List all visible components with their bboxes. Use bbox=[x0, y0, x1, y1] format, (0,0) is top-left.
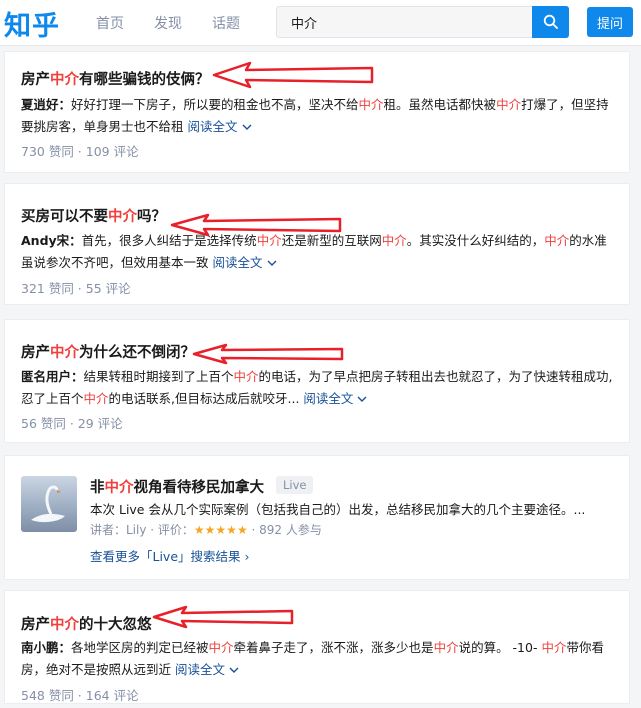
search-icon bbox=[543, 14, 558, 29]
live-description[interactable]: 本次 Live 会从几个实际案例（包括我自己的）出发，总结移民加拿大的几个主要途… bbox=[90, 499, 620, 521]
search-button[interactable] bbox=[532, 6, 569, 38]
live-result-card: 非中介视角看待移民加拿大 Live 本次 Live 会从几个实际案例（包括我自己… bbox=[4, 455, 630, 580]
result-meta: 548 赞同 · 164 评论 bbox=[21, 688, 139, 703]
chevron-down-icon bbox=[242, 124, 251, 130]
read-more-link[interactable]: 阅读全文 bbox=[188, 119, 252, 134]
see-more-live-link[interactable]: 查看更多「Live」搜索结果 › bbox=[90, 546, 250, 565]
zhihu-logo[interactable]: 知乎 bbox=[4, 4, 60, 43]
answer-author: 南小鹏： bbox=[21, 640, 72, 655]
top-nav-bar: 知乎 首页 发现 话题 提问 bbox=[0, 0, 641, 46]
ask-question-button[interactable]: 提问 bbox=[587, 7, 633, 37]
read-more-link[interactable]: 阅读全文 bbox=[213, 255, 277, 270]
answer-author: 夏逍好： bbox=[21, 97, 72, 112]
result-meta: 321 赞同 · 55 评论 bbox=[21, 281, 131, 296]
result-title[interactable]: 房产中介为什么还不倒闭？ bbox=[21, 341, 195, 362]
search-box bbox=[276, 6, 569, 38]
live-info: 讲者：Lily · 评价：★★★★★ · 892 人参与 bbox=[90, 523, 322, 537]
result-title[interactable]: 房产中介有哪些骗钱的伎俩？ bbox=[21, 68, 210, 89]
chevron-down-icon bbox=[357, 396, 367, 402]
read-more-link[interactable]: 阅读全文 bbox=[303, 391, 367, 406]
answer-author: Andy宋： bbox=[21, 233, 82, 248]
red-arrow-annotation bbox=[212, 61, 374, 89]
search-result-card: 房产中介的十大忽悠 南小鹏：各地学区房的判定已经被中介牵着鼻子走了，涨不涨，涨多… bbox=[4, 590, 630, 704]
live-badge: Live bbox=[276, 476, 314, 494]
swan-icon bbox=[31, 485, 65, 523]
nav-topics[interactable]: 话题 bbox=[212, 13, 240, 33]
answer-author: 匿名用户： bbox=[21, 369, 84, 384]
result-excerpt[interactable]: 夏逍好：好好打理一下房子，所以要的租金也不高，坚决不给中介租。虽然电话都快被中介… bbox=[21, 94, 619, 138]
result-excerpt[interactable]: 匿名用户：结果转租时期接到了上百个中介的电话，为了早点把房子转租出去也就忍了，为… bbox=[21, 366, 619, 410]
search-result-card: 买房可以不要中介吗？ Andy宋：首先，很多人纠结于是选择传统中介还是新型的互联… bbox=[4, 183, 630, 305]
result-meta: 730 赞同 · 109 评论 bbox=[21, 144, 139, 159]
search-result-card: 房产中介为什么还不倒闭？ 匿名用户：结果转租时期接到了上百个中介的电话，为了早点… bbox=[4, 319, 630, 443]
red-arrow-annotation bbox=[192, 343, 344, 365]
nav-home[interactable]: 首页 bbox=[96, 13, 124, 33]
chevron-down-icon bbox=[267, 260, 276, 266]
result-meta: 56 赞同 · 29 评论 bbox=[21, 416, 123, 431]
nav-discover[interactable]: 发现 bbox=[154, 13, 182, 33]
result-title[interactable]: 房产中介的十大忽悠 bbox=[21, 613, 152, 634]
swan-thumbnail[interactable] bbox=[21, 476, 77, 532]
rating-stars: ★★★★★ bbox=[193, 523, 248, 537]
read-more-link[interactable]: 阅读全文 bbox=[175, 662, 239, 677]
live-title[interactable]: 非中介视角看待移民加拿大 bbox=[90, 476, 264, 497]
chevron-down-icon bbox=[229, 667, 239, 673]
red-arrow-annotation bbox=[170, 213, 342, 237]
search-input[interactable] bbox=[277, 7, 533, 37]
red-arrow-annotation bbox=[152, 605, 294, 629]
result-excerpt[interactable]: 南小鹏：各地学区房的判定已经被中介牵着鼻子走了，涨不涨，涨多少也是中介说的算。 … bbox=[21, 637, 619, 681]
result-title[interactable]: 买房可以不要中介吗？ bbox=[21, 205, 166, 226]
